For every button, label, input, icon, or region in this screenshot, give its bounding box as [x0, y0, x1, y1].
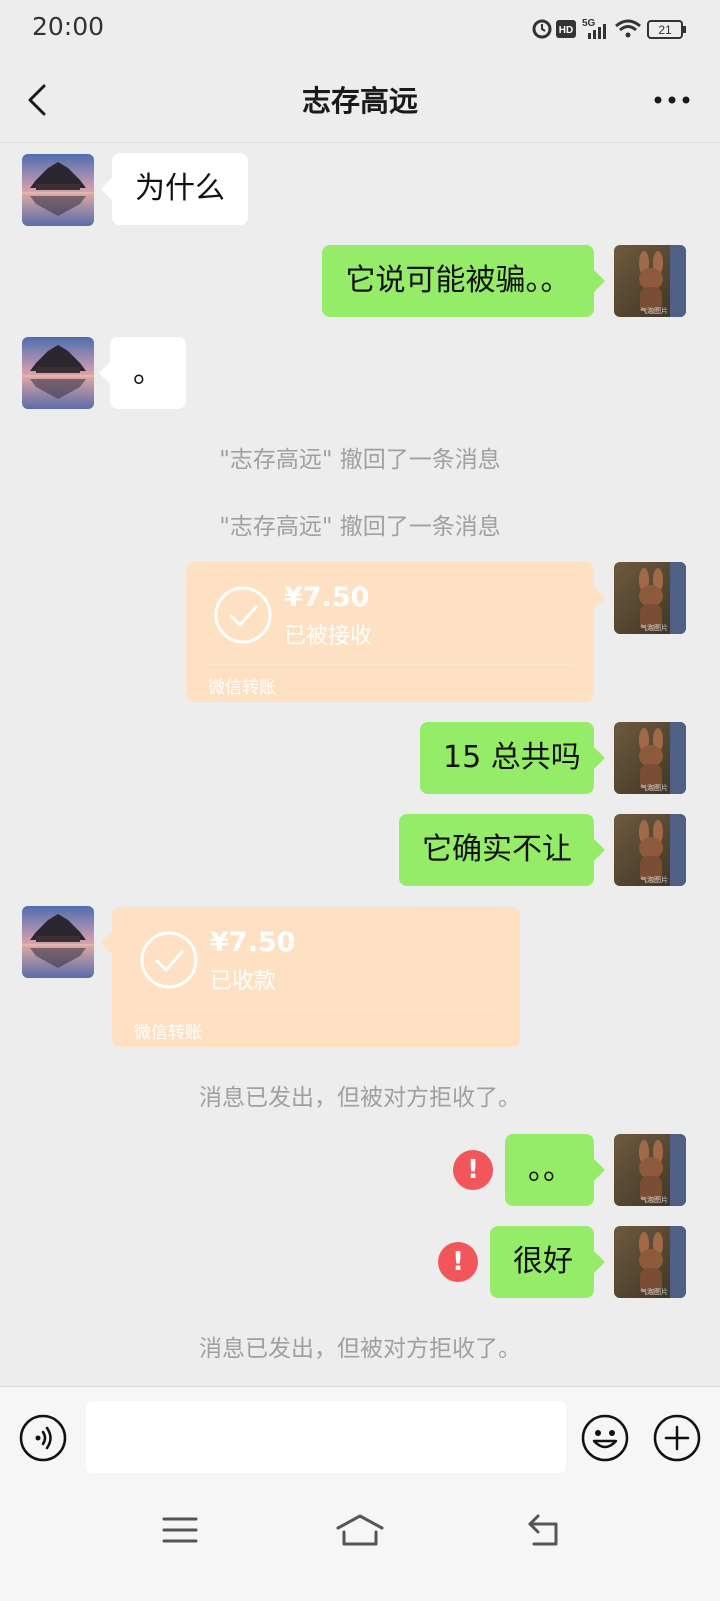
self-avatar[interactable]: 气泡图片: [614, 814, 686, 886]
transfer-brand: 微信转账: [208, 678, 276, 698]
nav-back-button[interactable]: [526, 1512, 566, 1548]
message-bubble-outgoing[interactable]: 。。: [505, 1134, 605, 1206]
message-bubble-outgoing[interactable]: 15 总共吗: [420, 722, 605, 794]
message-bubble-incoming[interactable]: 。: [99, 337, 186, 409]
nav-home-button[interactable]: [336, 1512, 384, 1548]
emoji-icon: [581, 1414, 629, 1462]
svg-text:气泡图片: 气泡图片: [640, 1195, 668, 1204]
transfer-amount: ¥7.50: [284, 582, 370, 613]
alarm-icon: [532, 19, 552, 39]
transfer-card-outgoing[interactable]: ¥7.50 已被接收 微信转账: [186, 562, 605, 702]
transfer-card-incoming[interactable]: ¥7.50 已收款 微信转账: [101, 907, 520, 1047]
message-bubble-outgoing[interactable]: 它说可能被骗。。: [322, 245, 605, 317]
contact-avatar[interactable]: [22, 154, 94, 226]
svg-text:气泡图片: 气泡图片: [640, 623, 668, 632]
home-icon: [336, 1514, 384, 1546]
message-bubble-outgoing[interactable]: 它确实不让: [399, 814, 605, 886]
message-text: 。: [133, 355, 163, 390]
emoji-button[interactable]: [580, 1413, 630, 1463]
system-message-recalled: "志存高远" 撤回了一条消息: [219, 514, 501, 540]
send-failed-icon[interactable]: !: [453, 1150, 493, 1190]
svg-text:气泡图片: 气泡图片: [640, 1287, 668, 1296]
message-text: 很好: [513, 1244, 573, 1279]
system-nav-bar: [0, 1486, 720, 1600]
self-avatar[interactable]: 气泡图片: [614, 722, 686, 794]
more-button[interactable]: [648, 78, 696, 122]
plus-icon: [653, 1414, 701, 1462]
transfer-divider: [206, 664, 574, 665]
message-text: 。。: [528, 1152, 573, 1187]
voice-button[interactable]: [18, 1413, 68, 1463]
check-circle-icon: [140, 931, 198, 989]
contact-avatar[interactable]: [22, 337, 94, 409]
battery-icon: 21: [647, 20, 686, 39]
self-avatar[interactable]: 气泡图片: [614, 562, 686, 634]
menu-icon: [162, 1517, 198, 1543]
message-bubble-incoming[interactable]: 为什么: [101, 153, 248, 225]
transfer-state: 已收款: [210, 969, 277, 994]
nav-menu-button[interactable]: [162, 1514, 198, 1546]
message-bubble-outgoing[interactable]: 很好: [490, 1226, 605, 1298]
message-text: 它说可能被骗。。: [345, 263, 571, 298]
transfer-divider: [132, 1009, 500, 1010]
system-message-rejected: 消息已发出，但被对方拒收了。: [199, 1336, 521, 1362]
transfer-brand: 微信转账: [134, 1023, 202, 1043]
hd-icon: HD: [556, 20, 576, 38]
more-dots-icon: [654, 96, 690, 104]
signal-icon: 5G: [582, 18, 606, 39]
svg-text:气泡图片: 气泡图片: [640, 875, 668, 884]
svg-text:21: 21: [658, 23, 672, 37]
voice-icon: [19, 1414, 67, 1462]
self-avatar[interactable]: 气泡图片: [614, 1226, 686, 1298]
message-text: 为什么: [135, 171, 225, 206]
status-time: 20:00: [32, 12, 105, 41]
message-input[interactable]: [86, 1401, 566, 1473]
send-failed-icon[interactable]: !: [438, 1242, 478, 1282]
svg-text:5G: 5G: [582, 18, 596, 29]
check-circle-icon: [214, 586, 272, 644]
transfer-amount: ¥7.50: [210, 927, 296, 958]
svg-text:气泡图片: 气泡图片: [640, 783, 668, 792]
chat-title: 志存高远: [301, 84, 418, 118]
svg-text:HD: HD: [559, 25, 573, 36]
wifi-icon: [615, 19, 641, 38]
message-text: 15 总共吗: [443, 740, 581, 775]
system-message-recalled: "志存高远" 撤回了一条消息: [219, 447, 501, 473]
status-bar: 20:00 HD 5G 21: [0, 0, 720, 58]
return-icon: [528, 1514, 558, 1546]
system-message-rejected: 消息已发出，但被对方拒收了。: [199, 1085, 521, 1111]
chat-header: 志存高远: [0, 58, 720, 143]
contact-avatar[interactable]: [22, 906, 94, 978]
svg-text:气泡图片: 气泡图片: [640, 306, 668, 315]
plus-button[interactable]: [652, 1413, 702, 1463]
transfer-state: 已被接收: [284, 624, 373, 649]
self-avatar[interactable]: 气泡图片: [614, 1134, 686, 1206]
self-avatar[interactable]: 气泡图片: [614, 245, 686, 317]
status-icons: HD 5G 21: [532, 18, 686, 39]
message-text: 它确实不让: [422, 832, 572, 867]
